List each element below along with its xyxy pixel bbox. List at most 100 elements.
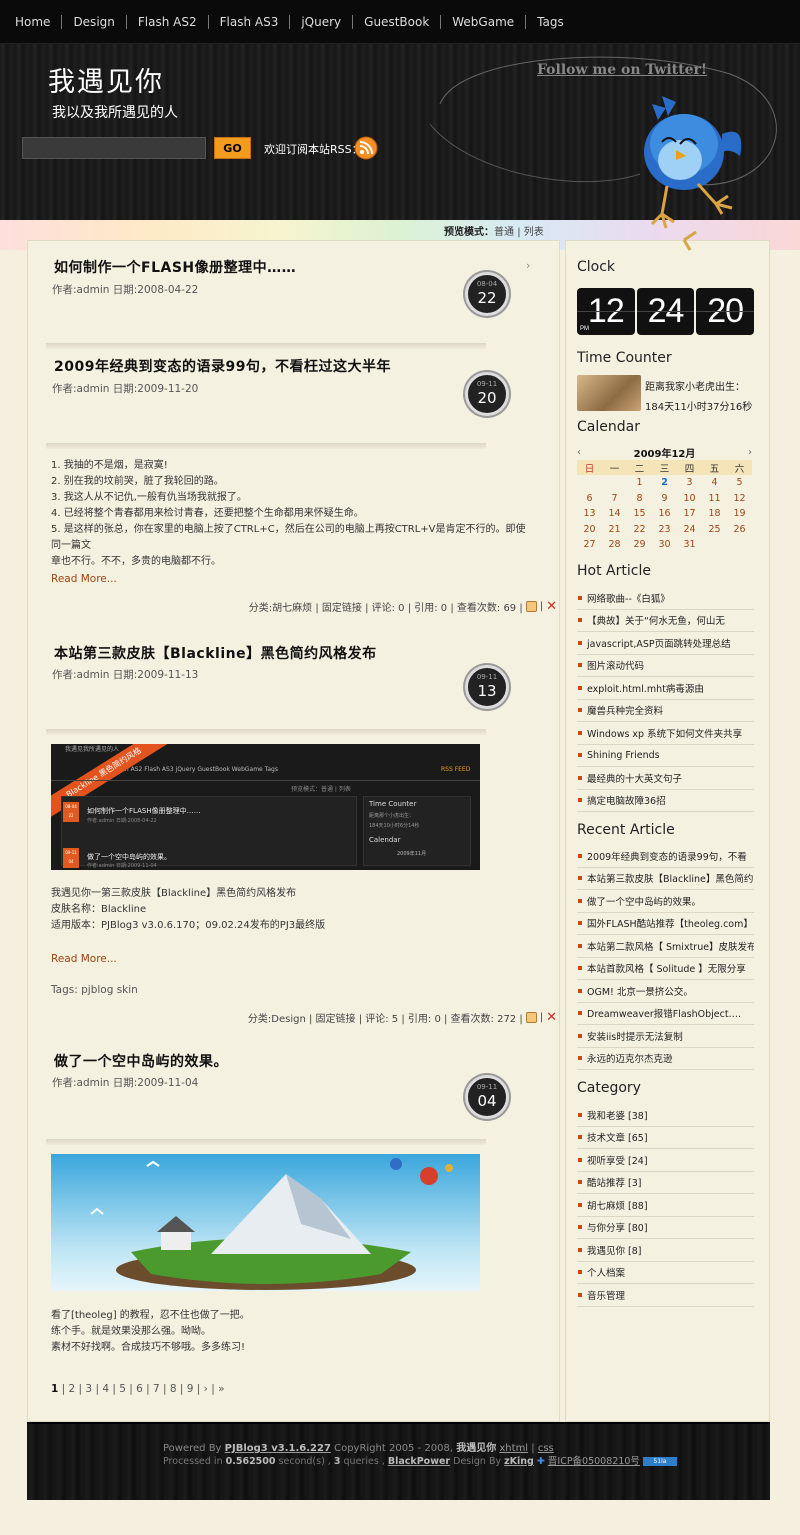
category-item[interactable]: 视听享受 [24] xyxy=(577,1149,754,1172)
calendar-day[interactable]: 16 xyxy=(652,506,677,522)
nav-item-home[interactable]: Home xyxy=(4,0,63,44)
hot-article-item[interactable]: exploit.html.mht病毒源由 xyxy=(577,677,754,700)
nav-item-guestbook[interactable]: GuestBook xyxy=(353,0,442,44)
nav-item-webgame[interactable]: WebGame xyxy=(441,0,527,44)
theme-link[interactable]: BlackPower xyxy=(388,1456,450,1467)
floating-island-image[interactable] xyxy=(51,1154,480,1291)
recent-article-item[interactable]: Dreamweaver报错FlashObject.… xyxy=(577,1003,754,1025)
calendar-day[interactable]: 20 xyxy=(577,522,602,538)
hot-article-item[interactable]: 魔兽兵种完全资料 xyxy=(577,700,754,722)
read-more-link[interactable]: Read More... xyxy=(51,573,117,585)
calendar-weekday: 一 xyxy=(602,460,627,475)
post-title[interactable]: 做了一个空中岛屿的效果。 xyxy=(54,1051,228,1071)
site-footer: Powered By PJBlog3 v3.1.6.227 CopyRight … xyxy=(27,1422,770,1500)
hot-article-item[interactable]: Shining Friends xyxy=(577,745,754,767)
calendar-day[interactable]: 4 xyxy=(702,475,727,491)
preview-list-link[interactable]: 列表 xyxy=(524,227,544,238)
calendar-day[interactable]: 5 xyxy=(727,475,752,491)
recent-article-item[interactable]: 永远的迈克尔杰克逊 xyxy=(577,1048,754,1070)
calendar-day[interactable]: 19 xyxy=(727,506,752,522)
calendar-day[interactable]: 28 xyxy=(602,537,627,553)
delete-icon[interactable]: ✕ xyxy=(546,600,557,613)
twitter-bird-icon[interactable] xyxy=(622,64,752,254)
calendar-prev-button[interactable]: ‹ xyxy=(577,447,581,458)
calendar-day[interactable]: 6 xyxy=(577,491,602,507)
time-counter-title: Time Counter xyxy=(577,350,672,366)
calendar-day[interactable]: 31 xyxy=(677,537,702,553)
calendar-next-button[interactable]: › xyxy=(748,447,752,458)
calendar-day[interactable]: 29 xyxy=(627,537,652,553)
post-title[interactable]: 如何制作一个FLASH像册整理中…… xyxy=(54,257,296,277)
nav-item-jquery[interactable]: jQuery xyxy=(290,0,354,44)
blackline-screenshot-image[interactable]: 我遇见我所遇见的人 Flash AS2 Flash AS3 jQuery Gue… xyxy=(51,744,480,870)
edit-icon[interactable] xyxy=(525,1012,537,1023)
category-item[interactable]: 技术文章 [65] xyxy=(577,1127,754,1149)
hot-article-item[interactable]: 网络歌曲--《白狐》 xyxy=(577,587,754,610)
recent-article-item[interactable]: OGM! 北京一景挤公交。 xyxy=(577,980,754,1003)
preview-normal-link[interactable]: 普通 xyxy=(494,227,514,238)
category-item[interactable]: 酷站推荐 [3] xyxy=(577,1172,754,1194)
nav-item-design[interactable]: Design xyxy=(62,0,127,44)
recent-article-item[interactable]: 国外FLASH酷站推荐【theoleg.com】 xyxy=(577,913,754,935)
recent-article-item[interactable]: 2009年经典到变态的语录99句，不看 xyxy=(577,845,754,868)
site-title[interactable]: 我遇见你 xyxy=(48,60,164,99)
calendar-day[interactable]: 12 xyxy=(727,491,752,507)
chevron-right-icon[interactable]: › xyxy=(526,259,530,272)
hot-article-item[interactable]: javascript,ASP页面跳转处理总结 xyxy=(577,632,754,655)
read-more-link[interactable]: Read More... xyxy=(51,953,117,965)
category-item[interactable]: 与你分享 [80] xyxy=(577,1217,754,1239)
calendar-day[interactable]: 9 xyxy=(652,491,677,507)
calendar-day[interactable]: 26 xyxy=(727,522,752,538)
icp-link[interactable]: 晋ICP备05008210号 xyxy=(548,1456,640,1467)
recent-article-item[interactable]: 本站首款风格【 Solitude 】无限分享 xyxy=(577,958,754,980)
calendar-day[interactable]: 21 xyxy=(602,522,627,538)
designer-link[interactable]: zKing xyxy=(504,1456,534,1467)
recent-article-item[interactable]: 安装iis时提示无法复制 xyxy=(577,1025,754,1048)
calendar-day[interactable]: 30 xyxy=(652,537,677,553)
search-input[interactable] xyxy=(22,137,206,159)
calendar-day[interactable]: 17 xyxy=(677,506,702,522)
calendar-day[interactable]: 11 xyxy=(702,491,727,507)
calendar-day[interactable]: 10 xyxy=(677,491,702,507)
nav-item-flash-as2[interactable]: Flash AS2 xyxy=(127,0,209,44)
category-item[interactable]: 我和老婆 [38] xyxy=(577,1104,754,1127)
recent-article-title: Recent Article xyxy=(577,822,675,838)
rss-icon[interactable] xyxy=(354,136,378,160)
calendar-day[interactable]: 15 xyxy=(627,506,652,522)
calendar-day[interactable]: 8 xyxy=(627,491,652,507)
calendar-day[interactable]: 22 xyxy=(627,522,652,538)
search-go-button[interactable]: GO xyxy=(214,137,251,159)
calendar-day[interactable]: 3 xyxy=(677,475,702,491)
pagination[interactable]: 1 | 2 | 3 | 4 | 5 | 6 | 7 | 8 | 9 | › | … xyxy=(51,1383,225,1395)
recent-article-item[interactable]: 本站第二款风格【 Smixtrue】皮肤发布 xyxy=(577,935,754,958)
calendar-day[interactable]: 2 xyxy=(652,475,677,491)
calendar-day[interactable]: 14 xyxy=(602,506,627,522)
category-item[interactable]: 音乐管理 xyxy=(577,1284,754,1307)
calendar-day[interactable]: 18 xyxy=(702,506,727,522)
nav-item-tags[interactable]: Tags xyxy=(526,0,575,44)
recent-article-item[interactable]: 做了一个空中岛屿的效果。 xyxy=(577,890,754,913)
hot-article-item[interactable]: 最经典的十大英文句子 xyxy=(577,767,754,790)
edit-icon[interactable] xyxy=(525,601,537,612)
hot-article-item[interactable]: 【典故】关于“何水无鱼，何山无 xyxy=(577,610,754,632)
calendar-day[interactable]: 13 xyxy=(577,506,602,522)
hot-article-item[interactable]: 搞定电脑故障36招 xyxy=(577,790,754,812)
hot-article-item[interactable]: Windows xp 系统下如何文件夹共享 xyxy=(577,722,754,745)
calendar-day[interactable]: 23 xyxy=(652,522,677,538)
recent-article-item[interactable]: 本站第三款皮肤【Blackline】黑色简约 xyxy=(577,868,754,890)
calendar-day[interactable]: 7 xyxy=(602,491,627,507)
category-item[interactable]: 我遇见你 [8] xyxy=(577,1239,754,1262)
post-title[interactable]: 2009年经典到变态的语录99句，不看枉过这大半年 xyxy=(54,356,391,376)
stats-badge[interactable]: 51la xyxy=(642,1457,677,1466)
post-title[interactable]: 本站第三款皮肤【Blackline】黑色简约风格发布 xyxy=(54,643,377,663)
delete-icon[interactable]: ✕ xyxy=(546,1011,557,1024)
post-tags[interactable]: Tags: pjblog skin xyxy=(51,984,138,996)
calendar-day[interactable]: 27 xyxy=(577,537,602,553)
calendar-day[interactable]: 24 xyxy=(677,522,702,538)
calendar-day[interactable]: 1 xyxy=(627,475,652,491)
nav-item-flash-as3[interactable]: Flash AS3 xyxy=(209,0,291,44)
category-item[interactable]: 胡七麻烦 [88] xyxy=(577,1194,754,1217)
category-item[interactable]: 个人档案 xyxy=(577,1262,754,1284)
hot-article-item[interactable]: 图片滚动代码 xyxy=(577,655,754,677)
calendar-day[interactable]: 25 xyxy=(702,522,727,538)
